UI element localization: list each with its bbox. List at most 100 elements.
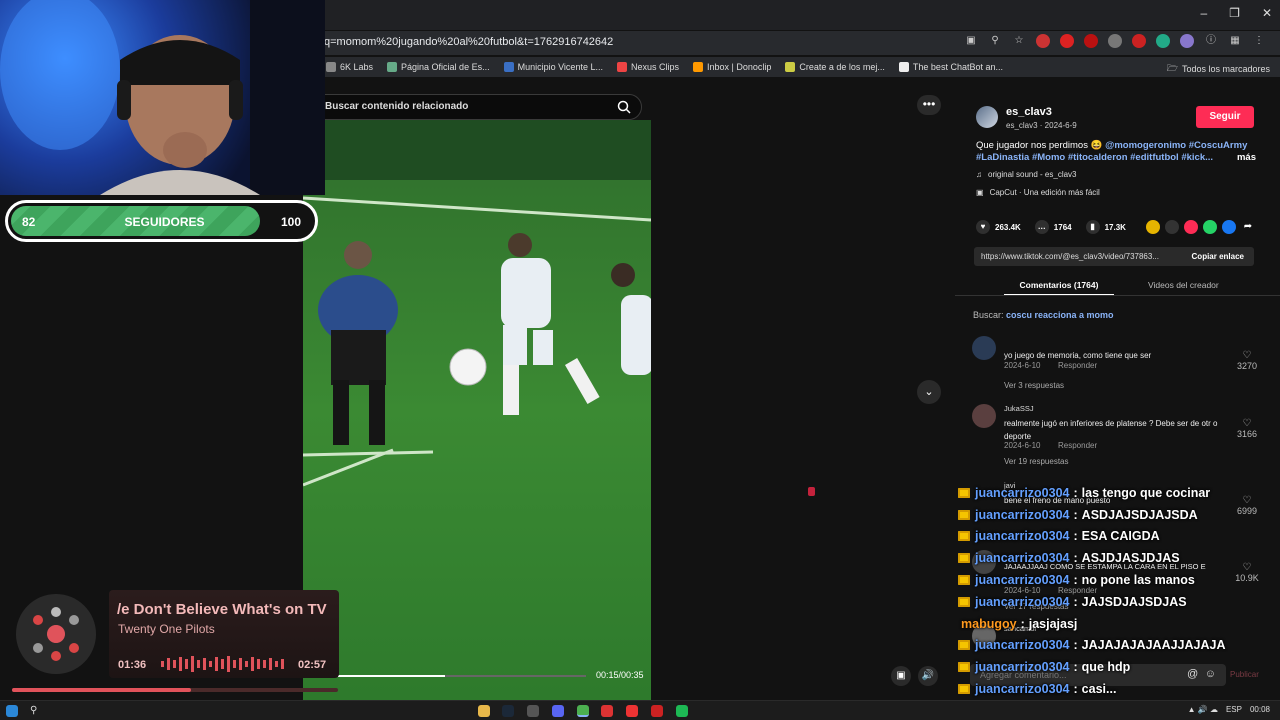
chat-message: juancarrizo0304: JAJSDJAJSDJAS xyxy=(958,591,1280,613)
crown-icon xyxy=(958,531,970,542)
comment-stat[interactable]: … 1764 xyxy=(1034,220,1072,234)
extension-icon[interactable] xyxy=(1060,34,1074,48)
tab-comments[interactable]: Comentarios (1764) xyxy=(1004,280,1114,295)
bookmark-item[interactable]: 6K Labs xyxy=(326,62,373,72)
extension-icon[interactable] xyxy=(1084,34,1098,48)
extension-icon[interactable] xyxy=(1156,34,1170,48)
comment-like[interactable]: ♡ 3270 xyxy=(1232,350,1262,371)
bookmark-item[interactable]: Municipio Vicente L... xyxy=(503,62,603,72)
tray-icons[interactable]: ▲ 🔊 ☁ xyxy=(1188,705,1218,714)
app-icon[interactable] xyxy=(601,705,613,717)
bookmark-item[interactable]: Nexus Clips xyxy=(616,62,679,72)
youtube-icon[interactable] xyxy=(626,705,638,717)
related-search-input[interactable]: Buscar contenido relacionado xyxy=(310,94,642,120)
coin-icon[interactable] xyxy=(1146,220,1160,234)
webcam-overlay xyxy=(0,0,325,195)
chat-username: juancarrizo0304 xyxy=(975,638,1070,653)
author-name[interactable]: es_clav3 xyxy=(1006,106,1052,118)
app-icon[interactable] xyxy=(651,705,663,717)
minimize-icon[interactable]: – xyxy=(1200,6,1207,20)
folder-icon: 🗁 xyxy=(1166,63,1178,73)
embed-icon[interactable] xyxy=(1165,220,1179,234)
whatsapp-icon[interactable] xyxy=(1203,220,1217,234)
share-arrow-icon[interactable]: ➦ xyxy=(1241,220,1255,234)
chat-message: juancarrizo0304: ESA CAIGDA xyxy=(958,526,1280,548)
chat-message: mabugoy: jasjajasj xyxy=(961,616,1078,631)
author-avatar[interactable] xyxy=(976,106,998,128)
restore-icon[interactable]: ❐ xyxy=(1229,6,1240,20)
bookmark-item[interactable]: Inbox | Donoclip xyxy=(692,62,771,72)
keyboard-language[interactable]: ESP xyxy=(1226,705,1242,714)
crown-icon xyxy=(958,553,970,564)
video-progress-bar[interactable] xyxy=(338,675,586,677)
more-options-button[interactable]: ••• xyxy=(917,95,941,115)
bookmark-item[interactable]: Create a de los mej... xyxy=(785,62,885,72)
video-link[interactable]: https://www.tiktok.com/@es_clav3/video/7… xyxy=(981,252,1159,261)
extension-icon[interactable] xyxy=(1108,34,1122,48)
extension-icon[interactable] xyxy=(1132,34,1146,48)
capcut-row[interactable]: ▣ CapCut · Una edición más fácil xyxy=(976,188,1100,197)
all-bookmarks[interactable]: 🗁 Todos los marcadores xyxy=(1167,61,1270,77)
chrome-icon[interactable] xyxy=(577,705,589,717)
next-video-button[interactable]: ⌄ xyxy=(917,380,941,404)
url-text[interactable]: q=momom%20jugando%20al%20futbol&t=176291… xyxy=(324,36,613,48)
bookmark-item[interactable]: Página Oficial de Es... xyxy=(387,62,490,72)
steam-icon[interactable] xyxy=(502,705,514,717)
bookmark-item[interactable]: The best ChatBot an... xyxy=(898,62,1003,72)
video-frame[interactable] xyxy=(303,120,651,700)
save-count: 17.3K xyxy=(1104,222,1126,232)
file-explorer-icon[interactable] xyxy=(478,705,490,717)
chat-text: jasjajasj xyxy=(1028,616,1078,631)
info-icon[interactable]: ⓘ xyxy=(1204,34,1218,48)
like-stat[interactable]: ♥ 263.4K xyxy=(976,220,1021,234)
engagement-stats: ♥ 263.4K … 1764 ▮ 17.3K xyxy=(976,220,1126,234)
comment-username[interactable]: JukaSSJ xyxy=(1004,404,1034,413)
comment-date: 2024-6-10 xyxy=(1004,441,1041,450)
search-icon[interactable]: ⚲ xyxy=(30,705,42,717)
send-icon[interactable] xyxy=(1184,220,1198,234)
more-link[interactable]: más xyxy=(1237,152,1256,164)
windows-start-icon[interactable] xyxy=(6,705,18,717)
search-suggestion[interactable]: Buscar: coscu reacciona a momo xyxy=(973,310,1114,320)
view-replies[interactable]: Ver 19 respuestas xyxy=(1004,457,1068,466)
copy-link-button[interactable]: Copiar enlace xyxy=(1192,252,1244,261)
close-icon[interactable]: ✕ xyxy=(1262,6,1272,20)
spotify-icon[interactable] xyxy=(676,705,688,717)
save-stat[interactable]: ▮ 17.3K xyxy=(1085,220,1126,234)
chat-text: que hdp xyxy=(1081,660,1131,675)
install-icon[interactable]: ▣ xyxy=(964,34,978,48)
avatar[interactable] xyxy=(972,404,996,428)
view-replies[interactable]: Ver 3 respuestas xyxy=(1004,381,1064,390)
reply-button[interactable]: Responder xyxy=(1058,361,1097,370)
comment-like[interactable]: ♡ 3166 xyxy=(1232,418,1262,439)
clock[interactable]: 00:08 xyxy=(1250,705,1270,714)
discord-icon[interactable] xyxy=(552,705,564,717)
album-art xyxy=(16,594,96,674)
bookmark-label: 6K Labs xyxy=(340,62,374,72)
extension-icon[interactable] xyxy=(1180,34,1194,48)
facebook-icon[interactable] xyxy=(1222,220,1236,234)
puzzle-icon[interactable]: ▦ xyxy=(1228,34,1242,48)
chat-text: ESA CAIGDA xyxy=(1081,529,1160,544)
tab-creator-videos[interactable]: Videos del creador xyxy=(1148,280,1219,290)
sound-row[interactable]: ♫ original sound - es_clav3 xyxy=(976,170,1077,179)
follow-button[interactable]: Seguir xyxy=(1196,106,1254,128)
avatar[interactable] xyxy=(972,336,996,360)
menu-icon[interactable]: ⋮ xyxy=(1252,34,1266,48)
pip-button[interactable]: ▣ xyxy=(891,666,911,686)
extension-icon[interactable] xyxy=(1036,34,1050,48)
chat-username: mabugoy xyxy=(961,616,1017,631)
heart-icon: ♡ xyxy=(1242,418,1252,429)
volume-button[interactable]: 🔊 xyxy=(918,666,938,686)
comment-username[interactable]: ⠀ xyxy=(1004,336,1010,345)
star-icon[interactable]: ☆ xyxy=(1012,34,1026,48)
app-icon[interactable] xyxy=(527,705,539,717)
crown-icon xyxy=(958,575,970,586)
search-icon[interactable] xyxy=(617,100,631,114)
bookmark-icon xyxy=(326,62,336,72)
address-bar[interactable]: q=momom%20jugando%20al%20futbol&t=176291… xyxy=(310,31,1280,55)
system-tray: ▲ 🔊 ☁ ESP 00:08 xyxy=(1188,705,1270,714)
reply-button[interactable]: Responder xyxy=(1058,441,1097,450)
comment-icon: … xyxy=(1034,220,1049,234)
zoom-icon[interactable]: ⚲ xyxy=(988,34,1002,48)
